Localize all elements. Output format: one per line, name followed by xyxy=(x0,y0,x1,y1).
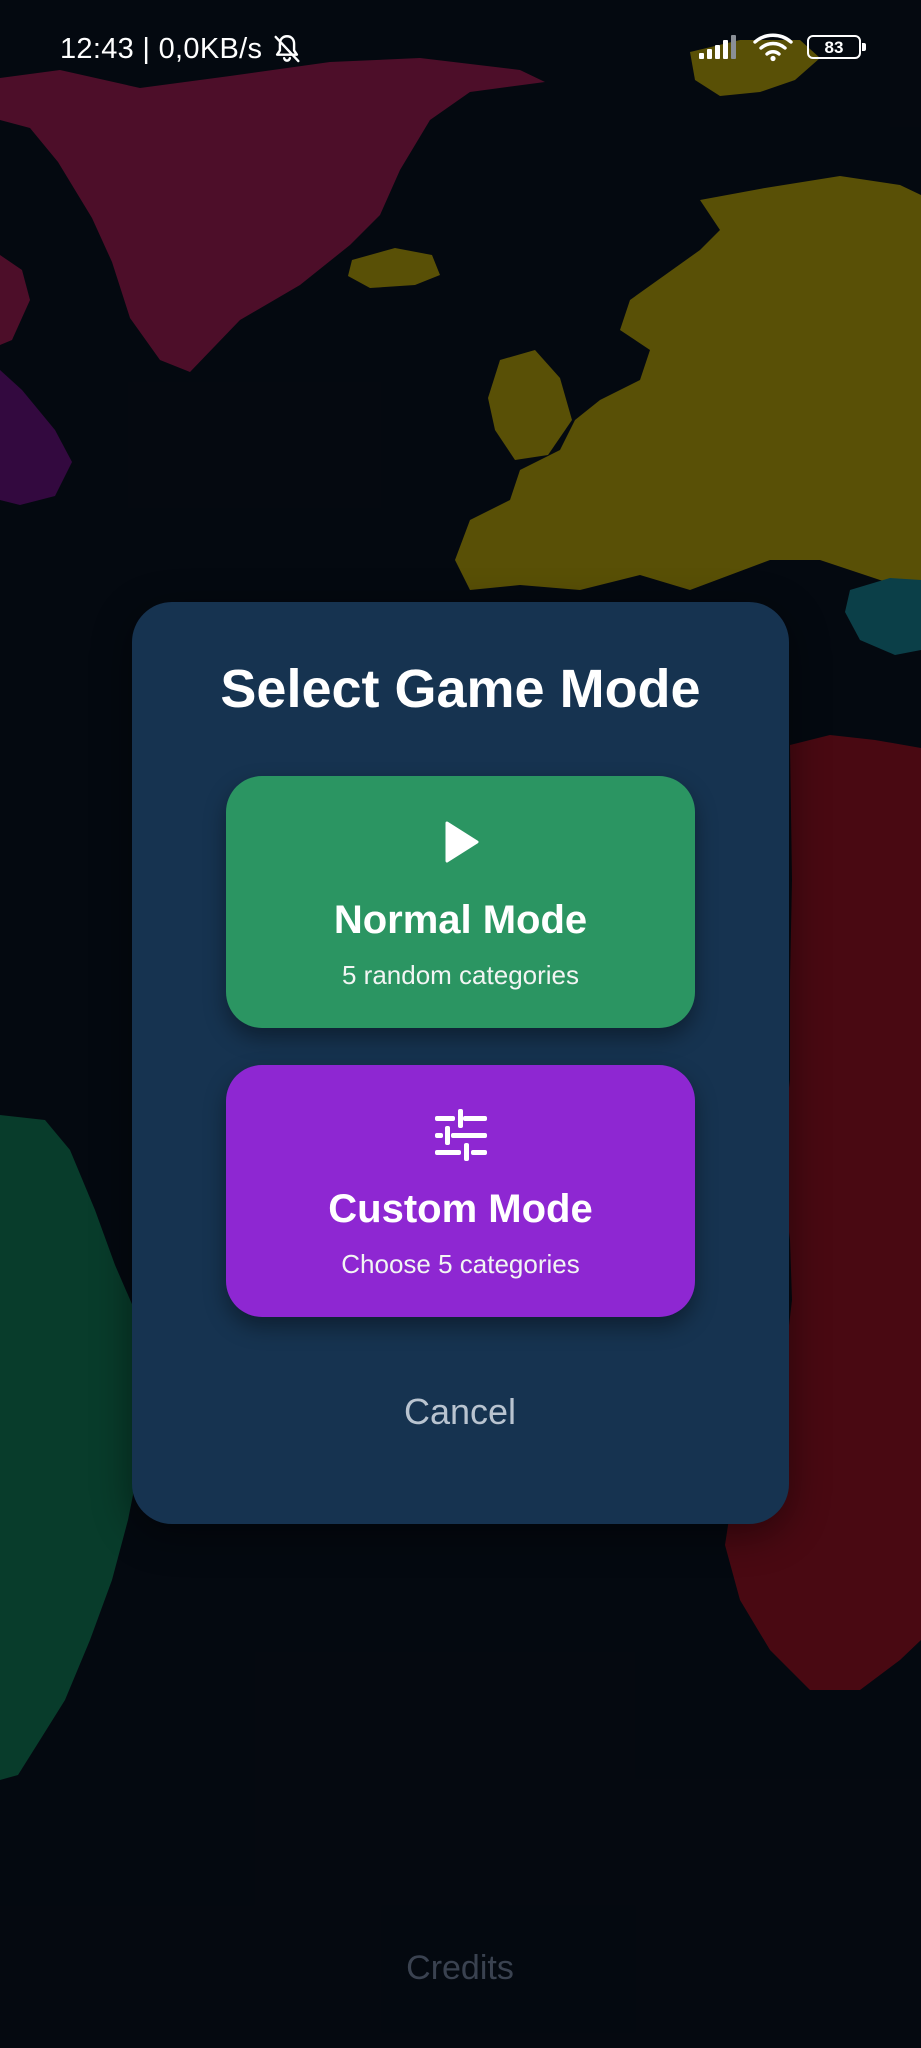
signal-icon xyxy=(699,35,736,59)
custom-mode-button[interactable]: Custom Mode Choose 5 categories xyxy=(226,1065,695,1317)
bell-off-icon xyxy=(274,35,300,63)
sliders-icon xyxy=(226,1109,695,1161)
cancel-button[interactable]: Cancel xyxy=(360,1382,560,1442)
wifi-icon xyxy=(753,33,793,62)
status-time: 12:43 | 0,0KB/s xyxy=(60,32,304,66)
battery-level: 83 xyxy=(824,37,844,57)
play-icon xyxy=(226,820,695,866)
battery-icon: 83 xyxy=(807,35,866,59)
status-time-text: 12:43 | 0,0KB/s xyxy=(60,32,263,65)
game-mode-dialog: Select Game Mode Normal Mode 5 random ca… xyxy=(132,602,789,1524)
normal-mode-subtitle: 5 random categories xyxy=(341,960,580,990)
normal-mode-button[interactable]: Normal Mode 5 random categories xyxy=(226,776,695,1028)
status-bar: 12:43 | 0,0KB/s 83 xyxy=(0,0,921,100)
custom-mode-subtitle: Choose 5 categories xyxy=(341,1249,580,1279)
custom-mode-title: Custom Mode xyxy=(328,1187,593,1231)
status-icons: 83 xyxy=(699,32,866,62)
credits-button[interactable]: Credits xyxy=(360,1940,560,1996)
normal-mode-title: Normal Mode xyxy=(333,898,588,942)
dialog-title: Select Game Mode xyxy=(220,659,701,719)
